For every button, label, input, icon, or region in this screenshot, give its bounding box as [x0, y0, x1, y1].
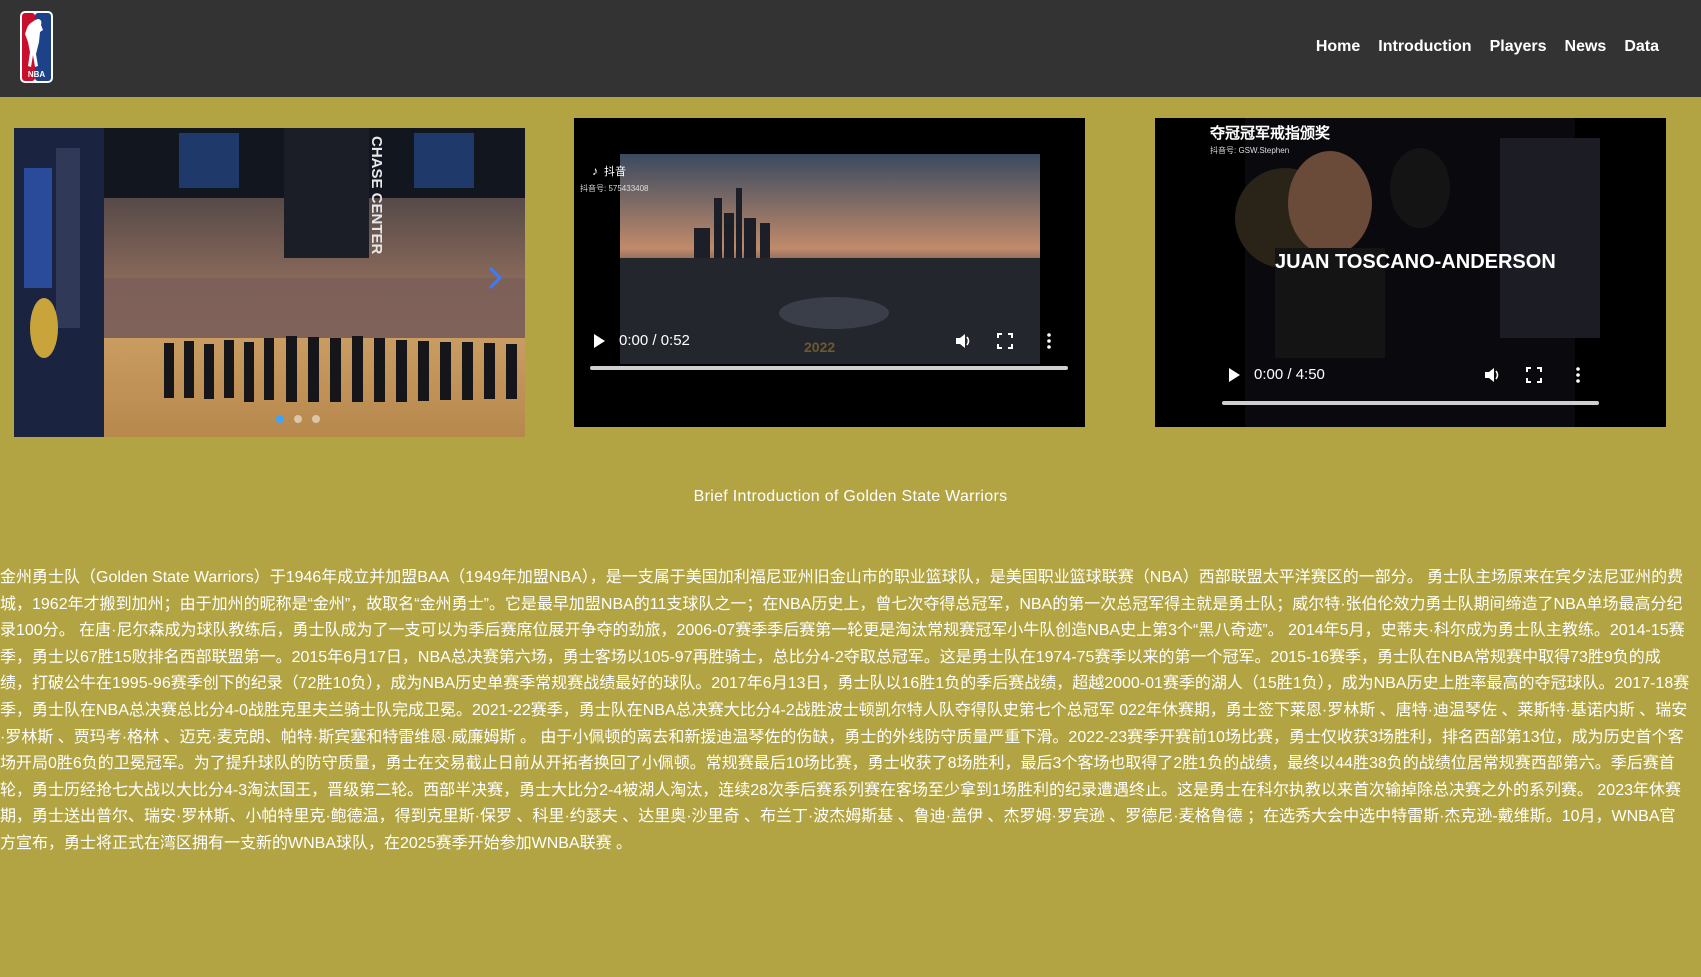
video-2-controls: 0:00 / 4:50	[1229, 366, 1325, 383]
video-1-time: 0:00 / 0:52	[619, 332, 690, 349]
video-player-2[interactable]: JUAN TOSCANO-ANDERSON 夺冠冠军戒指颁奖 抖音号: GSW.…	[1155, 118, 1666, 427]
carousel-dot-1[interactable]	[276, 415, 284, 423]
video-1-play-icon[interactable]	[594, 333, 605, 348]
carousel-dot-2[interactable]	[294, 415, 302, 423]
video-1-controls: 0:00 / 0:52	[594, 332, 690, 349]
arena-sign: CHASE CENTER	[368, 136, 385, 255]
nav-news[interactable]: News	[1565, 38, 1607, 56]
video-1-year: 2022	[804, 339, 835, 355]
video-player-1[interactable]: ♪ 抖音 抖音号: 575433408 2022 0:00 / 0:52	[574, 118, 1085, 427]
carousel-next-icon[interactable]	[488, 266, 502, 290]
video-2-more-icon[interactable]	[1569, 366, 1587, 384]
intro-body: 金州勇士队（Golden State Warriors）于1946年成立并加盟B…	[0, 569, 1690, 852]
nba-logo[interactable]: NBA	[20, 11, 53, 83]
video-2-player-name: JUAN TOSCANO-ANDERSON	[1275, 251, 1556, 273]
video-2-volume-icon[interactable]	[1483, 366, 1501, 384]
video-2-account: 抖音号: GSW.Stephen	[1210, 145, 1289, 155]
nav-data[interactable]: Data	[1624, 38, 1659, 56]
carousel-indicators	[276, 415, 320, 423]
video-1-account: 抖音号: 575433408	[580, 183, 649, 193]
logo-text: NBA	[28, 70, 46, 79]
video-2-fullscreen-icon[interactable]	[1525, 366, 1543, 384]
video-1-more-icon[interactable]	[1040, 332, 1058, 350]
video-1-fullscreen-icon[interactable]	[996, 332, 1014, 350]
video-1-frame: ♪ 抖音 抖音号: 575433408 2022	[580, 154, 1040, 364]
carousel-dot-3[interactable]	[312, 415, 320, 423]
carousel-image: CHASE CENTER	[14, 128, 525, 437]
nav-introduction[interactable]: Introduction	[1378, 38, 1471, 56]
nav-home[interactable]: Home	[1316, 38, 1360, 56]
video-1-volume-icon[interactable]	[954, 332, 972, 350]
video-1-progress-bar[interactable]	[590, 366, 1068, 370]
video-2-time: 0:00 / 4:50	[1254, 366, 1325, 383]
video-2-progress-bar[interactable]	[1222, 401, 1599, 405]
video-2-play-icon[interactable]	[1229, 367, 1240, 382]
video-2-title: 夺冠冠军戒指颁奖	[1209, 124, 1331, 142]
svg-text:♪: ♪	[592, 164, 598, 178]
intro-title: Brief Introduction of Golden State Warri…	[693, 488, 1008, 505]
video-1-brand: 抖音	[604, 164, 626, 178]
nav-players[interactable]: Players	[1490, 38, 1547, 56]
photo-carousel[interactable]: CHASE CENTER	[14, 128, 525, 437]
main-nav: Home Introduction Players News Data	[1316, 38, 1659, 56]
top-navbar: NBA Home Introduction Players News Data	[0, 0, 1701, 97]
